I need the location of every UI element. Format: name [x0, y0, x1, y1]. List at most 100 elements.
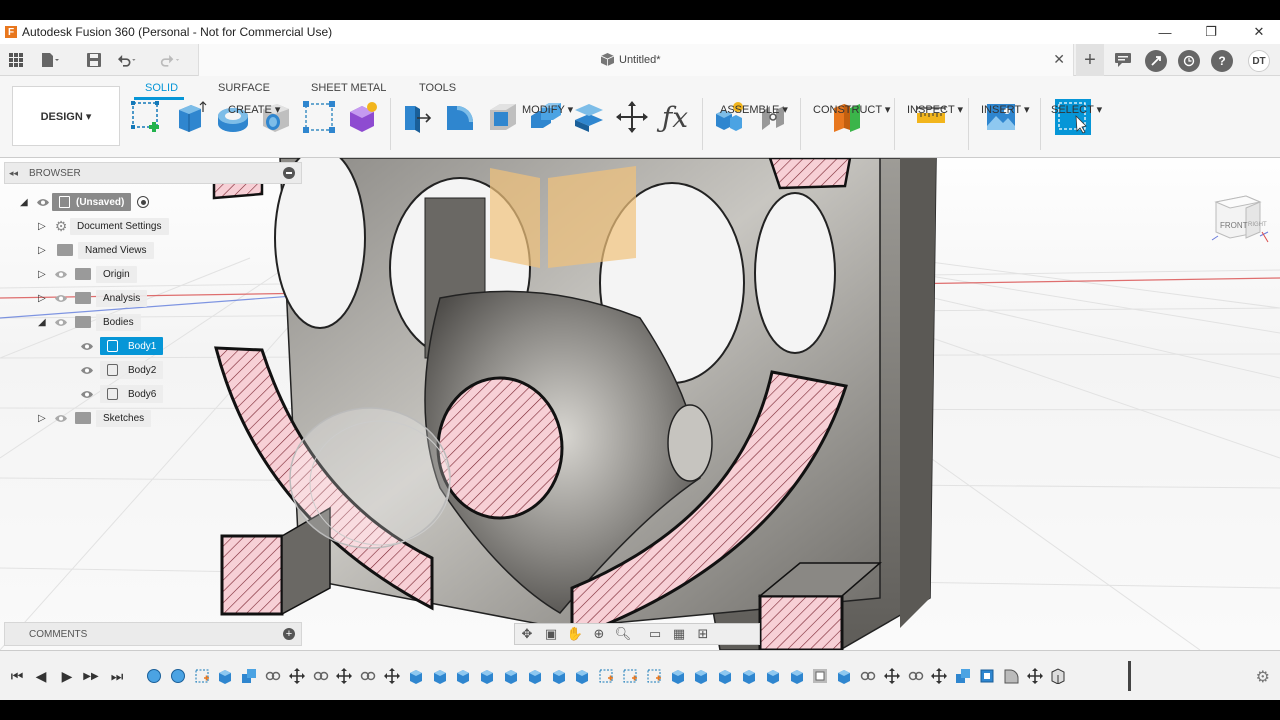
tree-item-bodies[interactable]: ◢ Bodies — [38, 312, 141, 332]
timeline-extrude-feature-icon[interactable] — [741, 668, 757, 684]
undo-icon[interactable] — [118, 51, 138, 69]
look-at-icon[interactable]: ▣ — [539, 624, 563, 644]
file-menu-icon[interactable] — [40, 51, 60, 69]
assemble-group-label[interactable]: ASSEMBLE ▾ — [720, 103, 788, 116]
timeline-last-button[interactable]: ⏭ — [108, 667, 126, 685]
timeline-joint-feature-icon[interactable] — [860, 668, 876, 684]
parameters-fx-icon[interactable]: ƒx — [656, 98, 694, 136]
timeline-joint-feature-icon[interactable] — [265, 668, 281, 684]
visibility-eye-icon[interactable] — [78, 364, 96, 376]
timeline-joint-feature-icon[interactable] — [360, 668, 376, 684]
grid-icon[interactable]: ▦ — [667, 624, 691, 644]
timeline-fillet-feature-icon[interactable] — [1003, 668, 1019, 684]
timeline-move-feature-icon[interactable] — [384, 668, 400, 684]
timeline-sketch-feature-icon[interactable] — [598, 668, 614, 684]
collapsed-triangle-icon[interactable]: ▷ — [38, 269, 52, 280]
user-avatar[interactable]: DT — [1248, 50, 1270, 72]
new-tab-button[interactable]: + — [1076, 44, 1104, 76]
zoom-window-icon[interactable]: ⊕ — [587, 624, 611, 644]
timeline-combine-feature-icon[interactable] — [955, 668, 971, 684]
visibility-eye-icon[interactable] — [78, 388, 96, 400]
timeline-box-feature-icon[interactable] — [979, 668, 995, 684]
timeline-extrude-feature-icon[interactable] — [551, 668, 567, 684]
timeline-extrude-feature-icon[interactable] — [574, 668, 590, 684]
data-panel-grid-icon[interactable] — [6, 51, 26, 69]
timeline-marker[interactable] — [1128, 661, 1131, 691]
create-group-label[interactable]: CREATE ▾ — [228, 103, 280, 116]
tree-item-body6[interactable]: Body6 — [78, 384, 164, 404]
timeline-settings-gear-icon[interactable]: ⚙ — [1256, 667, 1270, 687]
timeline-sketch-feature-icon[interactable] — [622, 668, 638, 684]
timeline-move-feature-icon[interactable] — [883, 668, 900, 684]
move-copy-icon[interactable] — [613, 98, 651, 136]
timeline-sketch-feature-icon[interactable] — [194, 668, 210, 684]
timeline-extrude-feature-icon[interactable] — [527, 668, 543, 684]
timeline-move-feature-icon[interactable] — [931, 668, 948, 684]
tree-item-body2[interactable]: Body2 — [78, 360, 164, 380]
tab-surface[interactable]: SURFACE — [218, 82, 270, 94]
timeline-next-button[interactable]: ▶▶ — [82, 667, 100, 685]
modify-group-label[interactable]: MODIFY ▾ — [522, 103, 573, 116]
timeline-joint-feature-icon[interactable] — [908, 668, 924, 684]
comments-panel[interactable]: COMMENTS + — [4, 622, 302, 646]
workspace-switcher-button[interactable]: DESIGN ▾ — [12, 86, 120, 146]
timeline-shell-feature-icon[interactable] — [812, 668, 828, 684]
timeline-extrude-feature-icon[interactable] — [789, 668, 805, 684]
timeline-first-button[interactable]: ⏮ — [8, 667, 26, 685]
tab-tools[interactable]: TOOLS — [419, 82, 456, 94]
collapsed-triangle-icon[interactable]: ▷ — [38, 221, 52, 232]
activate-radio-icon[interactable] — [137, 196, 150, 208]
collapse-browser-icon[interactable]: ◂◂ — [9, 168, 29, 179]
viewports-icon[interactable]: ⊞ — [691, 624, 715, 644]
tree-item-named-views[interactable]: ▷ Named Views — [38, 240, 154, 260]
timeline-extrude-feature-icon[interactable] — [432, 668, 448, 684]
visibility-eye-icon[interactable] — [52, 292, 70, 304]
timeline-section-feature-icon[interactable] — [1050, 668, 1066, 685]
timeline-extrude-feature-icon[interactable] — [455, 668, 471, 684]
tree-item-document-settings[interactable]: ▷ ⚙ Document Settings — [38, 216, 169, 236]
offset-face-icon[interactable] — [570, 98, 608, 136]
timeline-play-button[interactable]: ▶ — [58, 667, 76, 685]
display-settings-icon[interactable]: ▭ — [643, 624, 667, 644]
minimize-button[interactable]: — — [1142, 20, 1188, 44]
shell-icon[interactable] — [484, 98, 522, 136]
tree-item-root[interactable]: ◢ (Unsaved) — [20, 192, 150, 212]
maximize-button[interactable]: ❐ — [1188, 20, 1234, 44]
pan-icon[interactable]: ✋ — [563, 624, 587, 644]
timeline-extrude-feature-icon[interactable] — [670, 668, 686, 684]
zoom-icon[interactable]: 🔍︎ — [611, 624, 635, 644]
timeline-sphere-feature-icon[interactable] — [170, 668, 186, 684]
tab-sheet-metal[interactable]: SHEET METAL — [311, 82, 386, 94]
browser-minimize-icon[interactable] — [283, 167, 295, 179]
timeline-extrude-feature-icon[interactable] — [479, 668, 495, 684]
tree-item-analysis[interactable]: ▷ Analysis — [38, 288, 148, 308]
visibility-eye-icon[interactable] — [52, 316, 70, 328]
select-group-label[interactable]: SELECT ▾ — [1051, 103, 1102, 116]
clock-icon[interactable] — [1178, 50, 1200, 72]
construct-group-label[interactable]: CONSTRUCT ▾ — [813, 103, 890, 116]
close-window-button[interactable]: ✕ — [1236, 20, 1280, 44]
add-comment-icon[interactable]: + — [283, 628, 295, 640]
tree-item-origin[interactable]: ▷ Origin — [38, 264, 137, 284]
timeline-joint-feature-icon[interactable] — [313, 668, 329, 684]
notifications-icon[interactable] — [1113, 51, 1133, 69]
orbit-icon[interactable]: ✥ — [515, 624, 539, 644]
close-document-button[interactable]: ✕ — [1053, 51, 1065, 68]
collapsed-triangle-icon[interactable]: ▷ — [38, 413, 52, 424]
inspect-group-label[interactable]: INSPECT ▾ — [907, 103, 963, 116]
visibility-eye-icon[interactable] — [78, 340, 96, 352]
canvas-viewport[interactable]: FRONT RIGHT — [0, 158, 1280, 650]
redo-icon[interactable] — [160, 51, 180, 69]
press-pull-icon[interactable] — [398, 98, 436, 136]
timeline-extrude-feature-icon[interactable] — [836, 668, 852, 684]
timeline-extrude-feature-icon[interactable] — [765, 668, 781, 684]
job-status-icon[interactable] — [1145, 50, 1167, 72]
timeline-move-feature-icon[interactable] — [336, 668, 353, 684]
timeline-extrude-feature-icon[interactable] — [408, 668, 424, 684]
browser-header[interactable]: ◂◂ BROWSER — [4, 162, 302, 184]
timeline-move-feature-icon[interactable] — [1026, 668, 1043, 684]
timeline-extrude-feature-icon[interactable] — [503, 668, 519, 684]
create-sketch-icon[interactable] — [128, 98, 166, 136]
tree-item-body1[interactable]: Body1 — [78, 336, 164, 356]
view-cube[interactable]: FRONT RIGHT — [1208, 182, 1270, 246]
